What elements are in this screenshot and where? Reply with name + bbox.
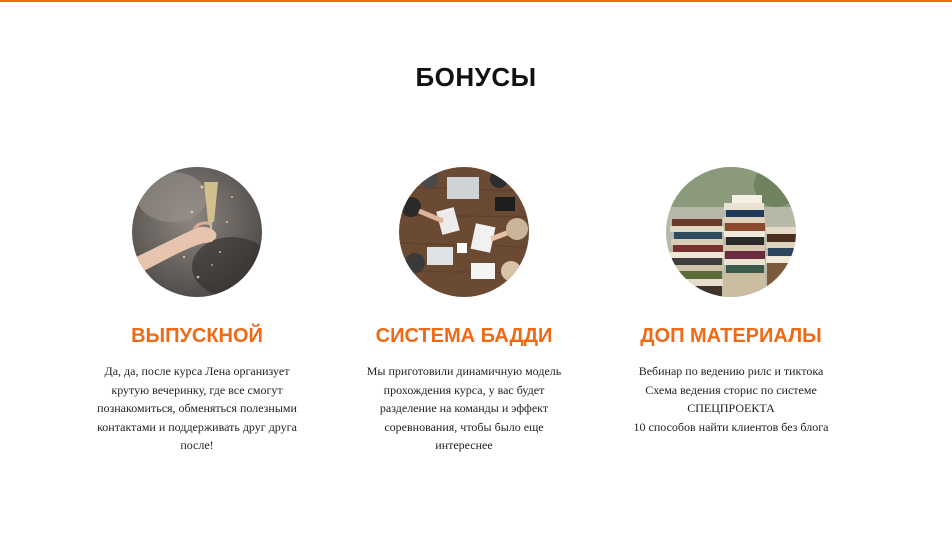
book-stacks-photo [666,167,796,297]
section-title: БОНУСЫ [415,62,537,92]
team-meeting-table-photo [399,167,529,297]
card-description: Вебинар по ведению рилс и тиктока Схема … [621,362,841,436]
card-title: ДОП МАТЕРИАЛЫ [640,325,822,347]
bonus-card-buddy-system: СИСТЕМА БАДДИ Мы приготовили динамичную … [314,167,614,455]
card-title: СИСТЕМА БАДДИ [375,325,553,347]
card-description: Мы приготовили динамичную модель прохожд… [366,364,562,452]
material-item: Схема ведения сторис по системе СПЕЦПРОЕ… [645,382,817,416]
material-item: 10 способов найти клиентов без блога [633,419,829,434]
card-title: ВЫПУСКНОЙ [131,325,263,347]
bonus-card-graduation: ВЫПУСКНОЙ Да, да, после курса Лена орган… [47,167,347,455]
bonus-card-extra-materials: ДОП МАТЕРИАЛЫ Вебинар по ведению рилс и … [581,167,881,436]
top-accent-line [0,0,952,2]
champagne-toast-photo [132,167,262,297]
material-item: Вебинар по ведению рилс и тиктока [638,364,824,378]
card-description: Да, да, после курса Лена организует крут… [97,364,297,452]
